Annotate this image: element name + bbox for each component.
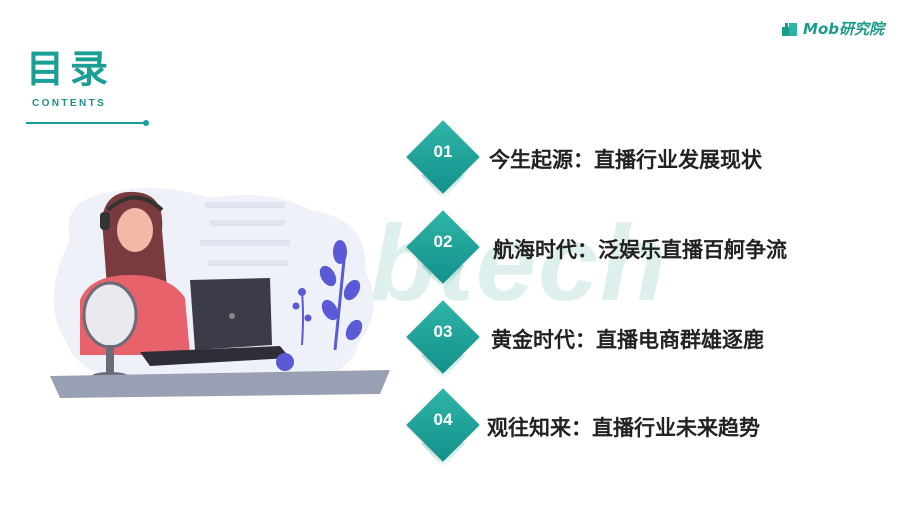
toc-item-03[interactable]: 03 黄金时代：直播电商群雄逐鹿 [405,300,885,385]
item-number: 01 [433,142,453,161]
item-number: 04 [433,410,453,429]
toc-item-04[interactable]: 04 观往知来：直播行业未来趋势 [405,388,885,473]
number-badge: 04 [405,388,481,473]
item-title: 航海时代：泛娱乐直播百舸争流 [493,238,787,262]
title-underline-dot [143,120,149,126]
item-title: 今生起源：直播行业发展现状 [489,148,762,172]
page-title: 目录 [26,47,115,91]
title-underline [26,122,146,124]
item-title: 观往知来：直播行业未来趋势 [487,416,760,440]
logo-text: Mob研究院 [803,20,884,38]
number-badge: 03 [405,300,481,385]
item-number: 03 [433,322,453,341]
logo-icon [782,22,798,36]
page-subtitle: CONTENTS [32,98,107,109]
number-badge: 02 [405,210,481,295]
item-title: 黄金时代：直播电商群雄逐鹿 [491,328,764,352]
brand-logo: Mob研究院 [781,18,884,39]
toc-item-01[interactable]: 01 今生起源：直播行业发展现状 [405,120,885,205]
number-badge: 01 [405,120,481,205]
toc-item-02[interactable]: 02 航海时代：泛娱乐直播百舸争流 [405,210,885,295]
podcaster-illustration [50,188,390,398]
item-number: 02 [433,232,453,251]
